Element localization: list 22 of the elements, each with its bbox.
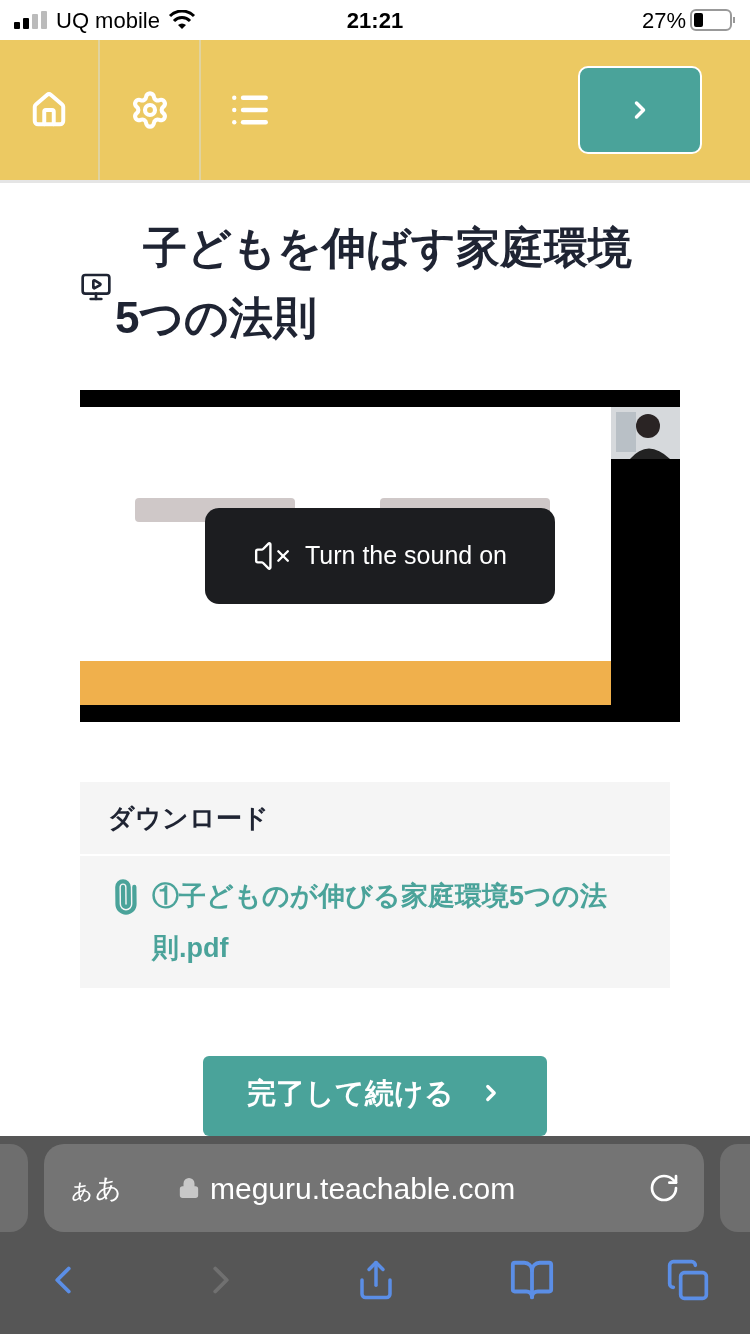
address-bar[interactable]: ぁあ meguru.teachable.com — [44, 1144, 704, 1232]
video-lesson-icon — [80, 271, 112, 303]
clock-time: 21:21 — [345, 6, 405, 35]
lock-icon — [178, 1177, 200, 1199]
downloads-heading: ダウンロード — [108, 801, 269, 835]
tab-peek[interactable] — [0, 1144, 28, 1232]
carrier-name: UQ mobile — [56, 6, 160, 35]
complete-button[interactable]: 完了して続ける — [203, 1056, 547, 1136]
wifi-icon — [167, 10, 196, 30]
home-icon — [30, 91, 68, 129]
battery-percent: 27% — [641, 6, 686, 35]
next-button[interactable] — [578, 66, 702, 154]
file-link[interactable]: ①子どものが伸びる家庭環境5つの法則.pdf — [152, 870, 632, 974]
reload-icon[interactable] — [648, 1172, 680, 1204]
url-text: meguru.teachable.com — [210, 1170, 516, 1207]
battery-icon — [690, 9, 736, 31]
tab-peek[interactable] — [720, 1144, 750, 1232]
text-size-button[interactable]: ぁあ — [68, 1168, 178, 1208]
lesson-title: 子どもを伸ばす家庭環境5つの法則 — [115, 222, 633, 344]
tabs-icon[interactable] — [666, 1258, 710, 1302]
sound-toast[interactable]: Turn the sound on — [205, 508, 555, 604]
signal-icon — [14, 11, 48, 29]
